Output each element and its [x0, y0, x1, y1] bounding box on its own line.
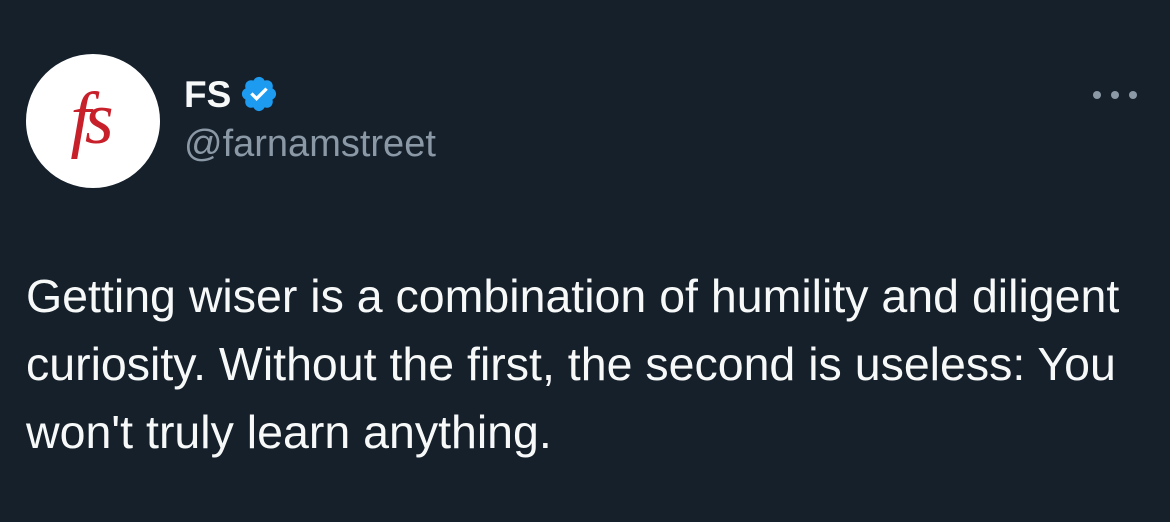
author-name-row: FS	[184, 72, 279, 116]
avatar[interactable]: fs	[26, 54, 160, 188]
dot	[1093, 91, 1101, 99]
tweet-text: Getting wiser is a combination of humili…	[26, 270, 1120, 458]
dot	[1111, 91, 1119, 99]
avatar-logo: fs	[70, 78, 113, 160]
verified-badge-icon	[239, 74, 279, 114]
display-name[interactable]: FS	[184, 76, 231, 113]
tweet-card: fs FS @farnamstreet Getting wiser is a c…	[0, 0, 1170, 522]
dot	[1129, 91, 1137, 99]
more-options-icon[interactable]	[1090, 80, 1140, 110]
author-handle[interactable]: @farnamstreet	[184, 123, 436, 166]
